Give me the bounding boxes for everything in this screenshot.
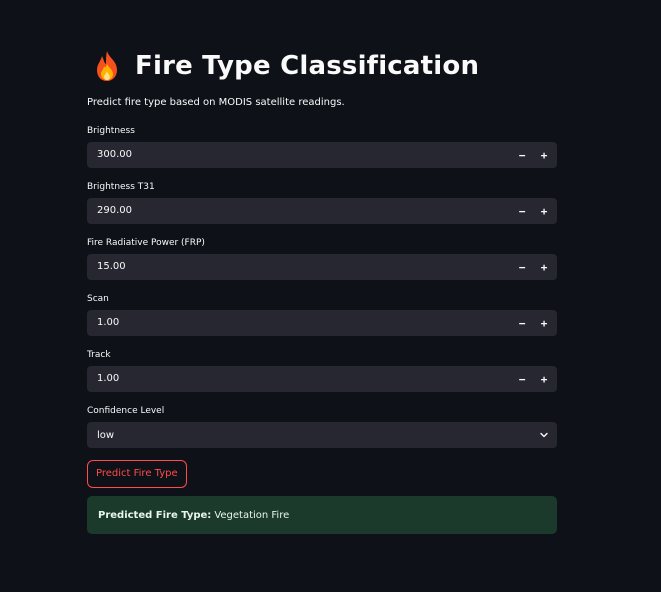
confidence-select[interactable]: low xyxy=(87,422,557,448)
field-label: Brightness T31 xyxy=(87,182,155,192)
input-value[interactable]: 15.00 xyxy=(87,254,511,280)
brightness-field: Brightness 300.00 − + xyxy=(87,124,557,168)
frp-input[interactable]: 15.00 − + xyxy=(87,254,557,280)
page-title: Fire Type Classification xyxy=(135,51,480,81)
input-value[interactable]: 1.00 xyxy=(87,366,511,392)
chevron-down-icon[interactable] xyxy=(531,422,557,448)
field-label: Scan xyxy=(87,294,109,304)
field-label: Brightness xyxy=(87,126,135,136)
increment-button[interactable]: + xyxy=(533,142,555,168)
select-value[interactable]: low xyxy=(87,430,531,441)
decrement-button[interactable]: − xyxy=(511,198,533,224)
scan-input[interactable]: 1.00 − + xyxy=(87,310,557,336)
decrement-button[interactable]: − xyxy=(511,254,533,280)
increment-button[interactable]: + xyxy=(533,198,555,224)
increment-button[interactable]: + xyxy=(533,310,555,336)
brightness-input[interactable]: 300.00 − + xyxy=(87,142,557,168)
track-input[interactable]: 1.00 − + xyxy=(87,366,557,392)
field-label: Track xyxy=(87,350,111,360)
predict-button[interactable]: Predict Fire Type xyxy=(87,460,187,488)
frp-field: Fire Radiative Power (FRP) 15.00 − + xyxy=(87,236,557,280)
field-label: Confidence Level xyxy=(87,406,165,416)
increment-button[interactable]: + xyxy=(533,366,555,392)
input-value[interactable]: 300.00 xyxy=(87,142,511,168)
result-label: Predicted Fire Type: xyxy=(98,509,212,521)
confidence-field: Confidence Level low xyxy=(87,404,557,448)
decrement-button[interactable]: − xyxy=(511,366,533,392)
brightness-t31-field: Brightness T31 290.00 − + xyxy=(87,180,557,224)
title-row: Fire Type Classification xyxy=(93,44,557,88)
main-container: Fire Type Classification Predict fire ty… xyxy=(87,44,557,534)
page-subtitle: Predict fire type based on MODIS satelli… xyxy=(87,97,345,108)
form: Brightness 300.00 − + Brightness T31 290… xyxy=(87,124,557,448)
brightness-t31-input[interactable]: 290.00 − + xyxy=(87,198,557,224)
decrement-button[interactable]: − xyxy=(511,310,533,336)
decrement-button[interactable]: − xyxy=(511,142,533,168)
track-field: Track 1.00 − + xyxy=(87,348,557,392)
input-value[interactable]: 1.00 xyxy=(87,310,511,336)
result-alert: Predicted Fire Type: Vegetation Fire xyxy=(87,496,557,534)
input-value[interactable]: 290.00 xyxy=(87,198,511,224)
flame-icon xyxy=(93,50,121,82)
field-label: Fire Radiative Power (FRP) xyxy=(87,238,205,248)
scan-field: Scan 1.00 − + xyxy=(87,292,557,336)
result-value: Vegetation Fire xyxy=(214,509,290,521)
increment-button[interactable]: + xyxy=(533,254,555,280)
